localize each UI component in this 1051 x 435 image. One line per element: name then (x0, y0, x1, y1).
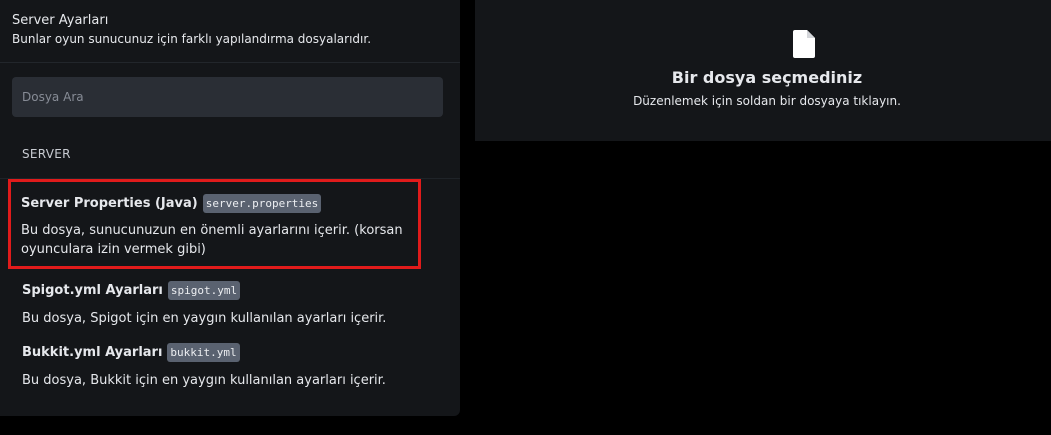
panel-subtitle: Bunlar oyun sunucunuz için farklı yapıla… (12, 32, 372, 46)
file-icon (793, 30, 815, 58)
section-divider (0, 178, 460, 179)
file-search-input[interactable] (12, 77, 443, 117)
file-name-badge: bukkit.yml (167, 342, 240, 362)
file-title-row: Server Properties (Java) server.properti… (21, 192, 408, 214)
panel-title: Server Ayarları (12, 13, 109, 28)
editor-empty-state: Bir dosya seçmediniz Düzenlemek için sol… (475, 0, 1051, 141)
file-name-badge: server.properties (202, 193, 322, 213)
file-title-row: Spigot.yml Ayarları spigot.yml (22, 279, 438, 301)
empty-state-subtitle: Düzenlemek için soldan bir dosyaya tıkla… (633, 94, 901, 108)
file-title: Spigot.yml Ayarları (22, 282, 163, 298)
file-description: Bu dosya, Bukkit için en yaygın kullanıl… (22, 373, 386, 388)
file-description: Bu dosya, sunucunuzun en önemli ayarları… (21, 223, 403, 257)
file-title-row: Bukkit.yml Ayarları bukkit.yml (22, 341, 438, 363)
file-item-server-properties[interactable]: Server Properties (Java) server.properti… (8, 179, 421, 269)
file-title: Server Properties (Java) (21, 195, 198, 211)
file-item-spigot-yml[interactable]: Spigot.yml Ayarları spigot.yml Bu dosya,… (0, 279, 460, 328)
file-title: Bukkit.yml Ayarları (22, 344, 163, 360)
empty-state-title: Bir dosya seçmediniz (671, 68, 863, 87)
section-header-server: SERVER (22, 147, 71, 161)
file-name-badge: spigot.yml (167, 280, 241, 300)
file-item-bukkit-yml[interactable]: Bukkit.yml Ayarları bukkit.yml Bu dosya,… (0, 341, 460, 390)
search-wrap (0, 63, 460, 117)
config-files-panel: Server Ayarları Bunlar oyun sunucunuz iç… (0, 0, 460, 416)
panel-header: Server Ayarları Bunlar oyun sunucunuz iç… (0, 0, 460, 63)
file-description: Bu dosya, Spigot için en yaygın kullanıl… (22, 311, 387, 326)
